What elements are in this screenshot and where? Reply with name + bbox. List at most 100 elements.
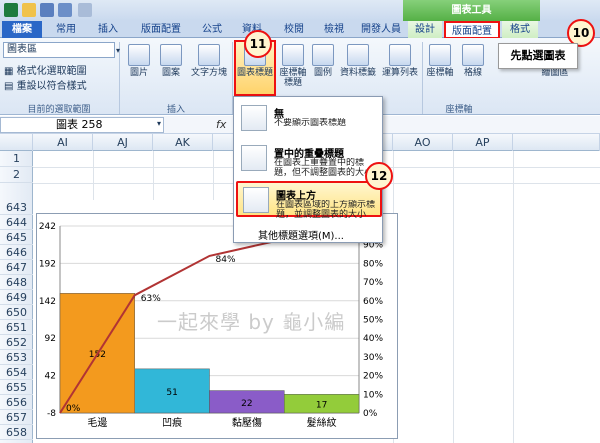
- row-header[interactable]: 651: [0, 320, 33, 335]
- picture-button[interactable]: 圖片: [124, 44, 154, 78]
- fx-icon[interactable]: fx: [216, 118, 226, 131]
- row-header[interactable]: 657: [0, 410, 33, 425]
- column-header[interactable]: AJ: [93, 134, 153, 151]
- menu-item-above-chart[interactable]: 圖表上方 在圖表區域的上方顯示標題，並調整圖表的大小: [236, 181, 382, 220]
- bar-value-label: 17: [316, 401, 327, 411]
- y2-tick-label: 60%: [363, 297, 383, 307]
- axis-titles-icon: [282, 44, 304, 66]
- y-tick-label: 92: [45, 334, 56, 344]
- tab-file[interactable]: 檔案: [2, 21, 42, 38]
- tab-chart-design[interactable]: 設計: [408, 21, 442, 38]
- tab-page-layout[interactable]: 版面配置: [132, 21, 190, 38]
- gridlines-icon: [462, 44, 484, 66]
- ribbon-separator: [422, 42, 423, 114]
- picture-icon: [128, 44, 150, 66]
- data-labels-button[interactable]: 資料標籤: [338, 44, 378, 78]
- row-header[interactable]: 650: [0, 305, 33, 320]
- y-tick-label: 142: [39, 297, 56, 307]
- row-header[interactable]: 643: [0, 200, 33, 215]
- row-header[interactable]: 646: [0, 245, 33, 260]
- tab-review[interactable]: 校閱: [276, 21, 312, 38]
- y2-tick-label: 10%: [363, 390, 383, 400]
- row-header[interactable]: 1: [0, 151, 33, 167]
- column-header[interactable]: [513, 134, 600, 151]
- cumulative-pct-label: 84%: [216, 255, 236, 265]
- overlay-title-icon: [241, 145, 267, 171]
- y-tick-label: 242: [39, 222, 56, 232]
- chevron-down-icon[interactable]: ▾: [116, 46, 120, 55]
- no-title-icon: [241, 105, 267, 131]
- redo-icon[interactable]: [78, 3, 92, 17]
- reset-to-match-style-button[interactable]: ▤ 重設以符合樣式: [4, 77, 87, 92]
- group-axes-label: 座標軸: [445, 105, 473, 115]
- column-header[interactable]: AO: [393, 134, 453, 151]
- row-header[interactable]: 2: [0, 167, 33, 183]
- column-header[interactable]: AI: [33, 134, 93, 151]
- textbox-icon: [198, 44, 220, 66]
- legend-button[interactable]: 圖例: [310, 44, 336, 78]
- menu-item-more-title-options[interactable]: 其他標題選項(M)...: [258, 227, 344, 242]
- tab-chart-layout[interactable]: 版面配置: [444, 21, 500, 39]
- format-selection-icon: ▦: [4, 66, 14, 77]
- axes-button[interactable]: 座標軸: [424, 44, 456, 78]
- row-header[interactable]: 645: [0, 230, 33, 245]
- row-header[interactable]: 649: [0, 290, 33, 305]
- data-table-icon: [389, 44, 411, 66]
- tab-formulas[interactable]: 公式: [194, 21, 230, 38]
- column-header[interactable]: AK: [153, 134, 213, 151]
- bar-value-label: 22: [241, 399, 252, 409]
- axes-icon: [429, 44, 451, 66]
- y2-tick-label: 30%: [363, 353, 383, 363]
- tab-insert[interactable]: 插入: [90, 21, 126, 38]
- menu-item-no-title[interactable]: 無 不要顯示圖表標題: [236, 101, 382, 137]
- save-icon[interactable]: [40, 3, 54, 17]
- data-labels-icon: [347, 44, 369, 66]
- x-category-label: 毛邊: [87, 416, 107, 429]
- open-icon[interactable]: [22, 3, 36, 17]
- row-header[interactable]: 654: [0, 365, 33, 380]
- select-all-corner[interactable]: [0, 134, 33, 151]
- legend-icon: [312, 44, 334, 66]
- row-header[interactable]: 652: [0, 335, 33, 350]
- menu-item-centered-overlay-title[interactable]: 置中的重疊標題 在圖表上重疊置中的標題，但不調整圖表的大小: [236, 141, 382, 178]
- y2-tick-label: 50%: [363, 316, 383, 326]
- shapes-icon: [160, 44, 182, 66]
- gridlines-button[interactable]: 格線: [458, 44, 488, 78]
- y2-tick-label: 20%: [363, 372, 383, 382]
- row-header[interactable]: 655: [0, 380, 33, 395]
- y-tick-label: 42: [45, 372, 56, 382]
- tab-home[interactable]: 常用: [48, 21, 84, 38]
- data-table-button[interactable]: 運算列表: [380, 44, 420, 78]
- chart-tools-context-group: 圖表工具: [403, 0, 540, 21]
- axis-titles-button[interactable]: 座標軸標題: [278, 44, 308, 88]
- y2-tick-label: 80%: [363, 259, 383, 269]
- column-header[interactable]: AP: [453, 134, 513, 151]
- ribbon-tabs: 檔案 常用 插入 版面配置 公式 資料 校閱 檢視 開發人員 設計 版面配置 格…: [0, 21, 600, 39]
- row-header[interactable]: 653: [0, 350, 33, 365]
- textbox-button[interactable]: 文字方塊: [188, 44, 230, 78]
- row-header[interactable]: 644: [0, 215, 33, 230]
- chevron-down-icon[interactable]: ▾: [157, 119, 161, 128]
- row-header[interactable]: 656: [0, 395, 33, 410]
- watermark-text: 一起來學 by 龜小編: [157, 310, 346, 334]
- reset-style-icon: ▤: [4, 81, 14, 92]
- group-insert-label: 插入: [166, 105, 185, 115]
- group-current-selection-label: 目前的選取範圍: [27, 105, 91, 115]
- row-header[interactable]: 658: [0, 425, 33, 440]
- x-category-label: 凹痕: [162, 416, 182, 429]
- x-category-label: 髮絲紋: [307, 416, 337, 429]
- tab-view[interactable]: 檢視: [316, 21, 352, 38]
- bar-value-label: 51: [166, 388, 177, 398]
- step-badge-12: 12: [365, 162, 393, 190]
- chart-elements-select[interactable]: 圖表區: [3, 42, 115, 58]
- tab-developer[interactable]: 開發人員: [356, 21, 406, 38]
- excel-icon[interactable]: [4, 3, 18, 17]
- y2-tick-label: 40%: [363, 334, 383, 344]
- undo-icon[interactable]: [58, 3, 72, 17]
- row-header[interactable]: 648: [0, 275, 33, 290]
- name-box[interactable]: 圖表 258: [0, 117, 164, 133]
- tab-chart-format[interactable]: 格式: [502, 21, 538, 38]
- row-header[interactable]: 647: [0, 260, 33, 275]
- format-selection-button[interactable]: ▦ 格式化選取範圍: [4, 62, 87, 77]
- shapes-button[interactable]: 圖案: [156, 44, 186, 78]
